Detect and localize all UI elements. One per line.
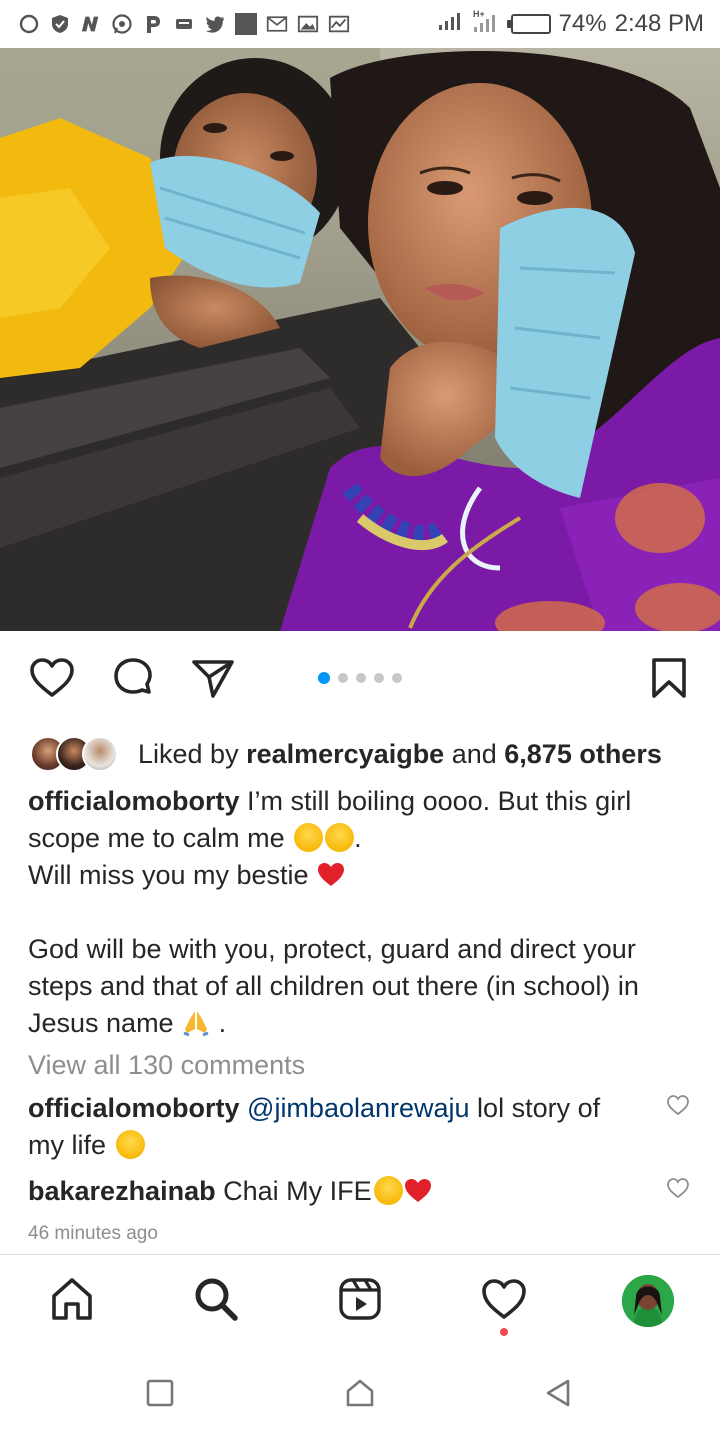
bookmark-icon	[652, 658, 686, 698]
liker-username[interactable]: realmercyaigbe	[246, 739, 444, 769]
red-heart-emoji-icon	[404, 1179, 431, 1202]
heart-eyes-emoji-icon	[373, 1176, 403, 1205]
battery-icon	[506, 14, 551, 34]
comment-button[interactable]	[108, 653, 158, 703]
chat-bubble-icon	[18, 13, 40, 35]
red-heart-emoji-icon	[318, 863, 345, 886]
carousel-dot	[392, 673, 402, 683]
laughing-emoji-icon	[294, 823, 324, 852]
post-caption: officialomoborty I’m still boiling oooo.…	[28, 786, 639, 1038]
shield-icon	[49, 13, 71, 35]
battery-percent: 74%	[558, 10, 607, 37]
praying-hands-emoji-icon	[183, 1011, 209, 1037]
tab-activity[interactable]	[478, 1273, 530, 1325]
activity-heart-icon	[482, 1279, 526, 1319]
likes-text: Liked by realmercyaigbe and 6,875 others	[138, 738, 662, 769]
status-bar: H+ 74% 2:48 PM	[0, 0, 720, 48]
laughing-emoji-icon	[325, 823, 355, 852]
home-house-icon	[346, 1379, 374, 1407]
activity-notification-dot	[500, 1328, 508, 1336]
recents-button[interactable]	[143, 1376, 177, 1410]
comment-item: bakarezhainab Chai My IFE	[28, 1173, 648, 1210]
liker-avatars	[30, 736, 118, 772]
recents-square-icon	[146, 1379, 174, 1407]
chart-icon	[328, 13, 350, 35]
notification-icons	[18, 13, 350, 35]
paper-plane-icon	[192, 660, 234, 698]
post-photo-illustration	[0, 48, 720, 631]
view-all-comments-link[interactable]: View all 130 comments	[28, 1050, 305, 1081]
clock: 2:48 PM	[614, 10, 704, 37]
comment-username[interactable]: bakarezhainab	[28, 1176, 216, 1206]
signal-hplus-icon: H+	[471, 8, 499, 41]
carousel-dot	[356, 673, 366, 683]
image-icon	[297, 13, 319, 35]
tab-profile-avatar[interactable]	[622, 1275, 674, 1327]
post-photo[interactable]	[0, 48, 720, 631]
back-button[interactable]	[541, 1376, 575, 1410]
message-icon	[173, 13, 195, 35]
carousel-indicator	[318, 672, 402, 684]
post-action-bar	[0, 645, 720, 709]
system-status: H+ 74% 2:48 PM	[437, 8, 704, 41]
grinning-emoji-icon	[115, 1130, 145, 1159]
like-button[interactable]	[27, 653, 77, 703]
liker-avatar	[82, 736, 118, 772]
square-icon	[235, 13, 257, 35]
comment-icon	[114, 658, 152, 694]
gmail-icon	[266, 13, 288, 35]
carousel-dot	[338, 673, 348, 683]
comment-mention[interactable]: @jimbaolanrewaju	[247, 1093, 470, 1123]
share-button[interactable]	[188, 653, 238, 703]
n-app-icon	[80, 13, 102, 35]
svg-text:H+: H+	[473, 9, 485, 19]
system-navigation-bar	[0, 1350, 720, 1440]
likes-count[interactable]: 6,875 others	[504, 739, 662, 769]
tab-reels[interactable]	[334, 1273, 386, 1325]
likes-row[interactable]: Liked by realmercyaigbe and 6,875 others	[30, 733, 662, 775]
comment-username[interactable]: officialomoborty	[28, 1093, 240, 1123]
tab-home[interactable]	[46, 1273, 98, 1325]
tab-search[interactable]	[190, 1273, 242, 1325]
carousel-dot	[374, 673, 384, 683]
caption-username[interactable]: officialomoborty	[28, 786, 240, 816]
back-triangle-icon	[546, 1379, 570, 1407]
home-icon	[52, 1278, 92, 1320]
save-button[interactable]	[644, 653, 694, 703]
post-timestamp: 46 minutes ago	[28, 1223, 158, 1244]
heart-icon	[30, 658, 74, 697]
carousel-dot-active	[318, 672, 330, 684]
search-icon	[195, 1278, 238, 1321]
comment-like-heart-icon[interactable]	[666, 1176, 690, 1200]
bottom-tab-bar	[0, 1254, 720, 1350]
reels-icon	[339, 1278, 381, 1320]
whatsapp-icon	[111, 13, 133, 35]
signal-icon	[437, 10, 463, 39]
home-system-button[interactable]	[343, 1376, 377, 1410]
comment-like-heart-icon[interactable]	[666, 1093, 690, 1117]
twitter-icon	[204, 13, 226, 35]
avatar	[622, 1275, 674, 1327]
p-app-icon	[142, 13, 164, 35]
comment-item: officialomoborty @jimbaolanrewaju lol st…	[28, 1093, 601, 1160]
